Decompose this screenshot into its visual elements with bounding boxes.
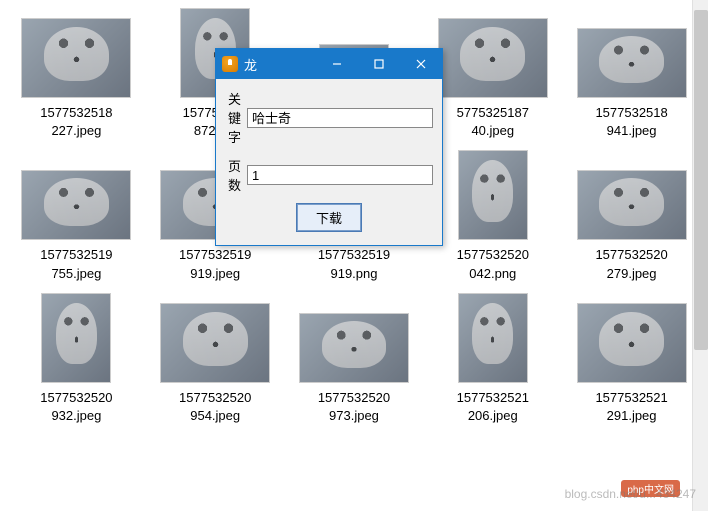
file-item[interactable]: 5775325187 40.jpeg — [428, 8, 557, 140]
file-item[interactable]: 1577532520 042.png — [428, 150, 557, 282]
thumbnail — [299, 313, 409, 383]
file-name: 1577532519 919.jpeg — [179, 246, 251, 282]
file-name: 1577532519 755.jpeg — [40, 246, 112, 282]
thumbnail — [577, 303, 687, 383]
page-label: 页数 — [228, 156, 241, 194]
thumbnail — [41, 293, 111, 383]
scrollbar[interactable] — [692, 0, 708, 511]
file-name: 1577532520 279.jpeg — [595, 246, 667, 282]
file-item[interactable]: 1577532518 941.jpeg — [567, 8, 696, 140]
page-input[interactable] — [247, 165, 433, 185]
thumbnail — [160, 303, 270, 383]
thumbnail — [458, 150, 528, 240]
file-name: 5775325187 40.jpeg — [457, 104, 529, 140]
close-button[interactable] — [400, 49, 442, 79]
file-item[interactable]: 1577532518 227.jpeg — [12, 8, 141, 140]
file-name: 1577532520 954.jpeg — [179, 389, 251, 425]
file-item[interactable]: 1577532520 932.jpeg — [12, 293, 141, 425]
file-item[interactable]: 1577532521 291.jpeg — [567, 293, 696, 425]
maximize-button[interactable] — [358, 49, 400, 79]
thumbnail — [21, 18, 131, 98]
file-name: 1577532520 932.jpeg — [40, 389, 112, 425]
dialog-title: 龙 — [244, 55, 316, 74]
file-name: 1577532518 227.jpeg — [40, 104, 112, 140]
file-item[interactable]: 1577532520 973.jpeg — [290, 293, 419, 425]
thumbnail — [577, 28, 687, 98]
keyword-label: 关键字 — [228, 89, 241, 146]
file-name: 1577532519 919.png — [318, 246, 390, 282]
thumbnail — [458, 293, 528, 383]
file-item[interactable]: 1577532520 954.jpeg — [151, 293, 280, 425]
java-icon — [222, 56, 238, 72]
keyword-input[interactable] — [247, 108, 433, 128]
minimize-button[interactable] — [316, 49, 358, 79]
file-item[interactable]: 1577532520 279.jpeg — [567, 150, 696, 282]
thumbnail — [577, 170, 687, 240]
file-name: 1577532520 973.jpeg — [318, 389, 390, 425]
file-item[interactable]: 1577532519 755.jpeg — [12, 150, 141, 282]
file-item[interactable]: 1577532521 206.jpeg — [428, 293, 557, 425]
thumbnail — [438, 18, 548, 98]
titlebar[interactable]: 龙 — [216, 49, 442, 79]
thumbnail — [21, 170, 131, 240]
file-name: 1577532521 291.jpeg — [595, 389, 667, 425]
file-name: 1577532521 206.jpeg — [457, 389, 529, 425]
file-name: 1577532520 042.png — [457, 246, 529, 282]
download-button[interactable]: 下载 — [297, 204, 361, 231]
download-dialog: 龙 关键字 页数 下载 — [215, 48, 443, 246]
watermark: blog.csdn.net/u...434247 — [565, 487, 696, 501]
file-name: 1577532518 941.jpeg — [595, 104, 667, 140]
scrollbar-thumb[interactable] — [694, 10, 708, 350]
dialog-body: 关键字 页数 下载 — [216, 79, 442, 245]
